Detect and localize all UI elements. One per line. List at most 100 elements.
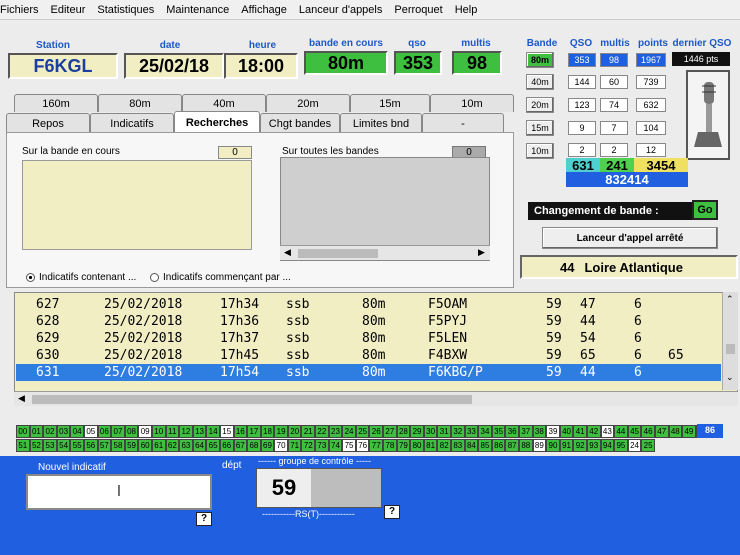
go-button[interactable]: Go (692, 200, 718, 220)
radio-contains[interactable]: Indicatifs contenant ... (26, 272, 136, 283)
total-multis: 241 (600, 158, 634, 173)
menu-maintenance[interactable]: Maintenance (166, 4, 229, 16)
search-current-band-list[interactable] (22, 160, 252, 250)
menu-editeur[interactable]: Editeur (51, 4, 86, 16)
tab-10m[interactable]: 10m (430, 94, 514, 112)
log-row[interactable]: 630 25/02/2018 17h45 ssb 80m F4BXW 59 65 6 65 (16, 347, 721, 364)
multi-cell: 54 (56, 439, 71, 452)
multi-cell: 25 (355, 425, 370, 438)
tab-15m[interactable]: 15m (350, 94, 430, 112)
log-row[interactable]: 629 25/02/2018 17h37 ssb 80m F5LEN 59 54 6 (16, 330, 721, 347)
band-points-15m: 104 (636, 121, 666, 135)
log-row[interactable]: 627 25/02/2018 17h34 ssb 80m F5OAM 59 47 6 (16, 296, 721, 313)
multi-cell: 52 (29, 439, 44, 452)
menu-affichage[interactable]: Affichage (241, 4, 287, 16)
scroll-thumb[interactable] (298, 249, 378, 258)
multi-cell: 72 (301, 439, 316, 452)
log-cell-rst: 59 (546, 331, 562, 346)
log-cell-time: 17h34 (220, 297, 260, 312)
multi-cell: 58 (111, 439, 125, 452)
tab-160m[interactable]: 160m (14, 94, 98, 112)
radio-contains-icon[interactable] (26, 273, 35, 282)
log-row[interactable]: 628 25/02/2018 17h36 ssb 80m F5PYJ 59 44 6 (16, 313, 721, 330)
multi-cell: 76 (355, 439, 370, 452)
menu-statistiques[interactable]: Statistiques (97, 4, 154, 16)
band-button-20m[interactable]: 20m (526, 97, 554, 113)
multi-cell: 29 (410, 425, 424, 438)
tab-repos[interactable]: Repos (6, 113, 90, 133)
radio-starts[interactable]: Indicatifs commençant par ... (150, 272, 291, 283)
multi-cell: 73 (315, 439, 329, 452)
log-cell-rcv: 44 (580, 365, 596, 380)
station-label: Station (36, 40, 70, 51)
band-points-20m: 632 (636, 98, 666, 112)
menu-lanceur[interactable]: Lanceur d'appels (299, 4, 382, 16)
new-call-input[interactable]: I (26, 474, 212, 510)
tab-chgt-bandes[interactable]: Chgt bandes (260, 113, 340, 133)
launcher-status-button[interactable]: Lanceur d'appel arrêté (542, 227, 718, 249)
menu-help[interactable]: Help (455, 4, 478, 16)
multi-cell: 18 (260, 425, 275, 438)
band-button-80m[interactable]: 80m (526, 52, 554, 68)
menu-perroquet[interactable]: Perroquet (394, 4, 442, 16)
multi-cell: 95 (614, 439, 628, 452)
heure-field: 18:00 (224, 53, 298, 79)
tab-20m[interactable]: 20m (266, 94, 350, 112)
help-button-control[interactable]: ? (384, 505, 400, 519)
multi-cell: 43 (600, 425, 615, 438)
control-number-input[interactable] (311, 469, 381, 507)
log-cell-mode: ssb (286, 331, 310, 346)
multi-cell: 68 (247, 439, 261, 452)
log-cell-time: 17h45 (220, 348, 260, 363)
tab-limites-bnd[interactable]: Limites bnd (340, 113, 422, 133)
tab-80m[interactable]: 80m (98, 94, 182, 112)
band-col-label: Bande (526, 38, 558, 49)
tab-40m[interactable]: 40m (182, 94, 266, 112)
multi-cell: 38 (532, 425, 547, 438)
band-button-40m[interactable]: 40m (526, 74, 554, 90)
change-band-bar: Changement de bande : (528, 202, 718, 220)
multi-cell: 08 (124, 425, 139, 438)
multi-cell: 60 (138, 439, 152, 452)
date-field: 25/02/18 (124, 53, 224, 79)
band-multis-20m: 74 (600, 98, 628, 112)
multi-cell: 11 (165, 425, 180, 438)
multi-cell: 09 (138, 425, 152, 438)
tab-dash[interactable]: - (422, 113, 504, 133)
search-all-bands-scrollbar[interactable]: ◀ ▶ (280, 245, 490, 260)
tab-indicatifs[interactable]: Indicatifs (90, 113, 174, 133)
dept-label: dépt (222, 460, 242, 471)
scroll-up-icon[interactable]: ⌃ (726, 294, 734, 305)
band-button-15m[interactable]: 15m (526, 120, 554, 136)
menu-fichiers[interactable]: Fichiers (0, 4, 39, 16)
qso-field: 353 (394, 51, 442, 75)
band-qso-20m: 123 (568, 98, 596, 112)
radio-starts-icon[interactable] (150, 273, 159, 282)
scroll-right-icon[interactable]: ▶ (478, 247, 485, 258)
multi-cell: 93 (586, 439, 601, 452)
log-cell-dept: 6 (634, 297, 642, 312)
menu-bar: Fichiers Editeur Statistiques Maintenanc… (0, 0, 740, 20)
log-cell-band: 80m (362, 314, 386, 329)
total-score: 832414 (566, 172, 688, 187)
multis-grid-row-2: 51 52 53 54 55 56 57 58 59 60 61 62 63 64 65 66 67 68 69 70… (16, 439, 655, 452)
rs-input[interactable]: 59 (257, 469, 311, 507)
multi-cell: 75 (342, 439, 356, 452)
scroll-down-icon[interactable]: ⌄ (726, 372, 734, 383)
multi-cell: 64 (192, 439, 207, 452)
log-hscroll-thumb[interactable] (32, 395, 472, 404)
new-call-label: Nouvel indicatif (38, 462, 106, 473)
log-row[interactable]: 631 25/02/2018 17h54 ssb 80m F6KBG/P 59 44 6 (16, 364, 721, 381)
log-cell-rst: 59 (546, 314, 562, 329)
last-qso-value: 1446 pts (672, 52, 730, 66)
band-button-10m[interactable]: 10m (526, 143, 554, 159)
tab-recherches[interactable]: Recherches (174, 111, 260, 133)
log-horizontal-scrollbar[interactable]: ◀ (14, 391, 738, 406)
vscroll-thumb[interactable] (726, 344, 735, 354)
help-button-call[interactable]: ? (196, 512, 212, 526)
multi-cell: 05 (83, 425, 98, 438)
multis-grid-row-1: 00 01 02 03 04 05 06 07 08 09 10 11 12 13 14 15 16 17 18 19… (16, 425, 710, 438)
scroll-left-icon[interactable]: ◀ (284, 247, 291, 258)
log-vertical-scrollbar[interactable]: ⌃ ⌄ (722, 292, 738, 390)
log-scroll-left-icon[interactable]: ◀ (18, 393, 25, 404)
